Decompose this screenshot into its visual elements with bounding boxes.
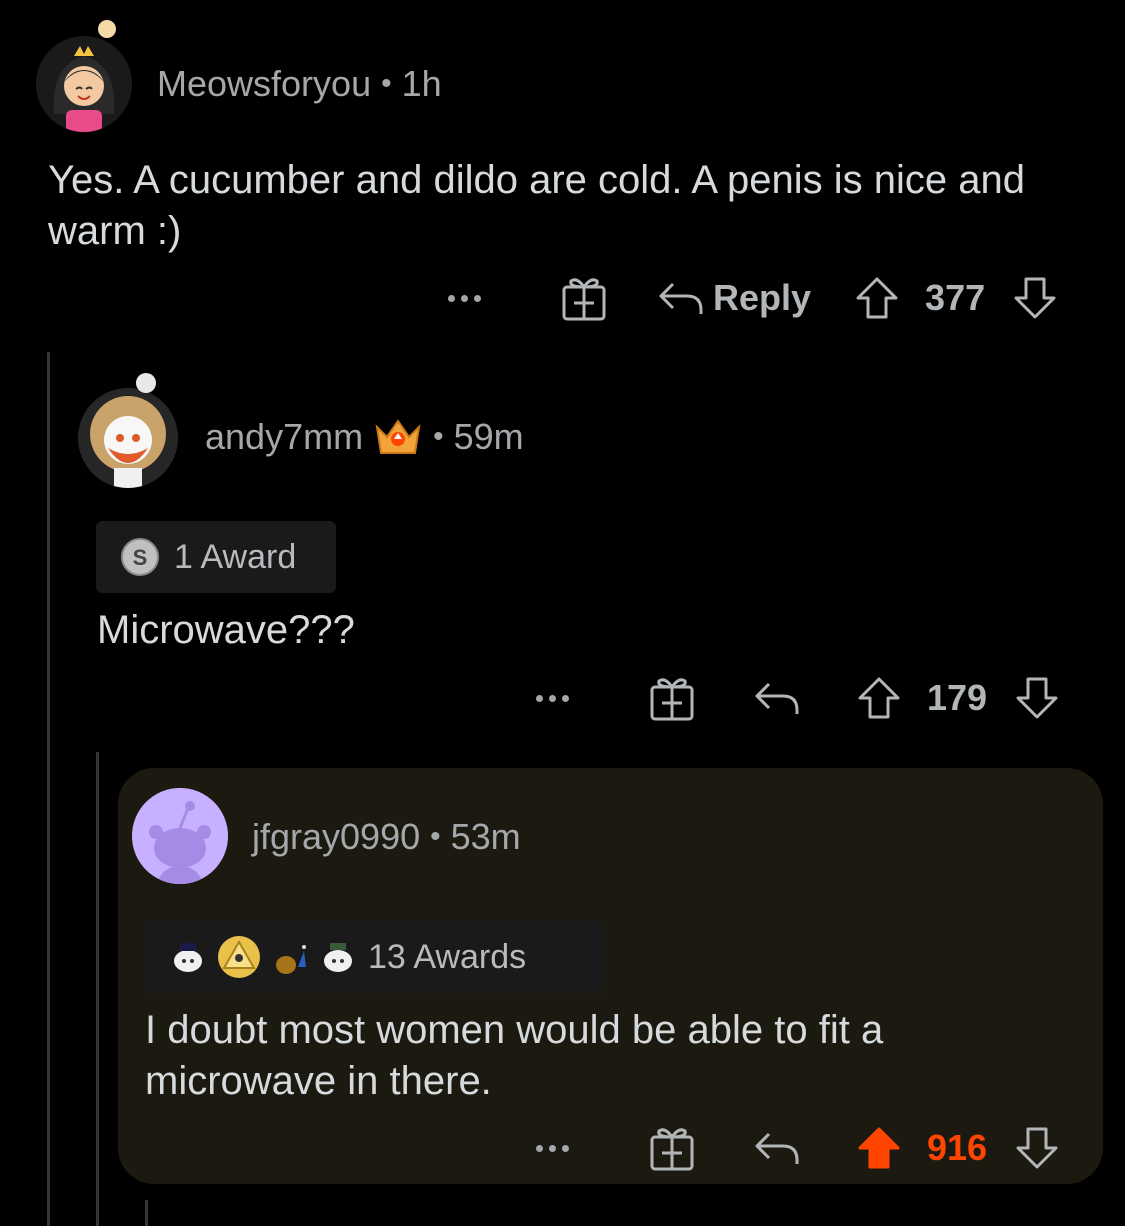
awards-label: 13 Awards	[368, 937, 527, 976]
pyramid-award-icon	[216, 934, 262, 980]
vote-count: 179	[927, 677, 988, 718]
svg-text:S: S	[133, 545, 148, 570]
reply-arrow-icon[interactable]	[753, 1128, 801, 1168]
separator-dot: •	[430, 820, 441, 853]
crown-flair-icon	[373, 417, 423, 457]
thread-line-level-1[interactable]	[47, 352, 50, 1226]
snoo-award-icon	[318, 937, 358, 977]
awards-chip[interactable]: S 1 Award	[96, 521, 336, 593]
gift-award-icon[interactable]	[649, 675, 695, 721]
username[interactable]: jfgray0990	[252, 816, 420, 858]
username[interactable]: andy7mm	[205, 416, 363, 458]
awards-label: 1 Award	[174, 537, 297, 576]
silver-award-icon: S	[120, 537, 160, 577]
avatar-curly-hair-icon	[78, 388, 178, 488]
reply-button[interactable]: Reply	[657, 277, 811, 319]
upvote-icon[interactable]	[855, 276, 899, 320]
username[interactable]: Meowsforyou	[157, 63, 371, 105]
downvote-icon[interactable]	[1013, 276, 1057, 320]
gift-award-icon[interactable]	[561, 275, 607, 321]
gift-award-icon[interactable]	[649, 1125, 695, 1171]
vote-count: 916	[927, 1127, 988, 1168]
awards-chip[interactable]: 13 Awards	[144, 921, 605, 993]
avatar[interactable]	[78, 388, 178, 488]
comment-meta: Meowsforyou • 1h	[157, 62, 442, 106]
more-options-icon[interactable]	[536, 1144, 569, 1152]
reply-arrow-icon	[657, 278, 705, 318]
comment-body: Microwave???	[97, 608, 355, 652]
gold-pot-award-icon	[270, 937, 310, 977]
thread-line-level-3[interactable]	[145, 1200, 148, 1226]
avatar-accent-dot	[98, 20, 116, 38]
downvote-icon[interactable]	[1015, 676, 1059, 720]
downvote-icon[interactable]	[1015, 1126, 1059, 1170]
comment-age: 53m	[450, 816, 521, 857]
more-options-icon[interactable]	[536, 694, 569, 702]
thread-line-level-2[interactable]	[96, 752, 99, 1226]
comment-actions: 179	[536, 668, 1059, 728]
wholesome-award-icon	[168, 937, 208, 977]
comment-age: 1h	[401, 63, 442, 104]
avatar[interactable]	[132, 788, 228, 884]
separator-dot: •	[381, 67, 392, 100]
avatar[interactable]	[36, 36, 132, 132]
reply-arrow-icon[interactable]	[753, 678, 801, 718]
separator-dot: •	[433, 420, 444, 453]
more-options-icon[interactable]	[448, 294, 481, 302]
comment-body: I doubt most women would be able to fit …	[145, 1008, 884, 1103]
comment-meta: andy7mm • 59m	[205, 414, 524, 460]
comment-actions: 916	[536, 1118, 1059, 1178]
reply-label: Reply	[713, 277, 812, 318]
avatar-default-snoo-icon	[132, 788, 228, 884]
avatar-accent-dot	[136, 373, 156, 393]
comment-age: 59m	[453, 416, 524, 457]
comment-body: Yes. A cucumber and dildo are cold. A pe…	[48, 158, 1025, 253]
avatar-girl-crown-icon	[36, 36, 132, 132]
upvote-active-icon[interactable]	[857, 1126, 901, 1170]
vote-count: 377	[925, 277, 986, 318]
upvote-icon[interactable]	[857, 676, 901, 720]
comment-actions: Reply 377	[448, 268, 1057, 328]
comment-meta: jfgray0990 • 53m	[252, 814, 521, 860]
